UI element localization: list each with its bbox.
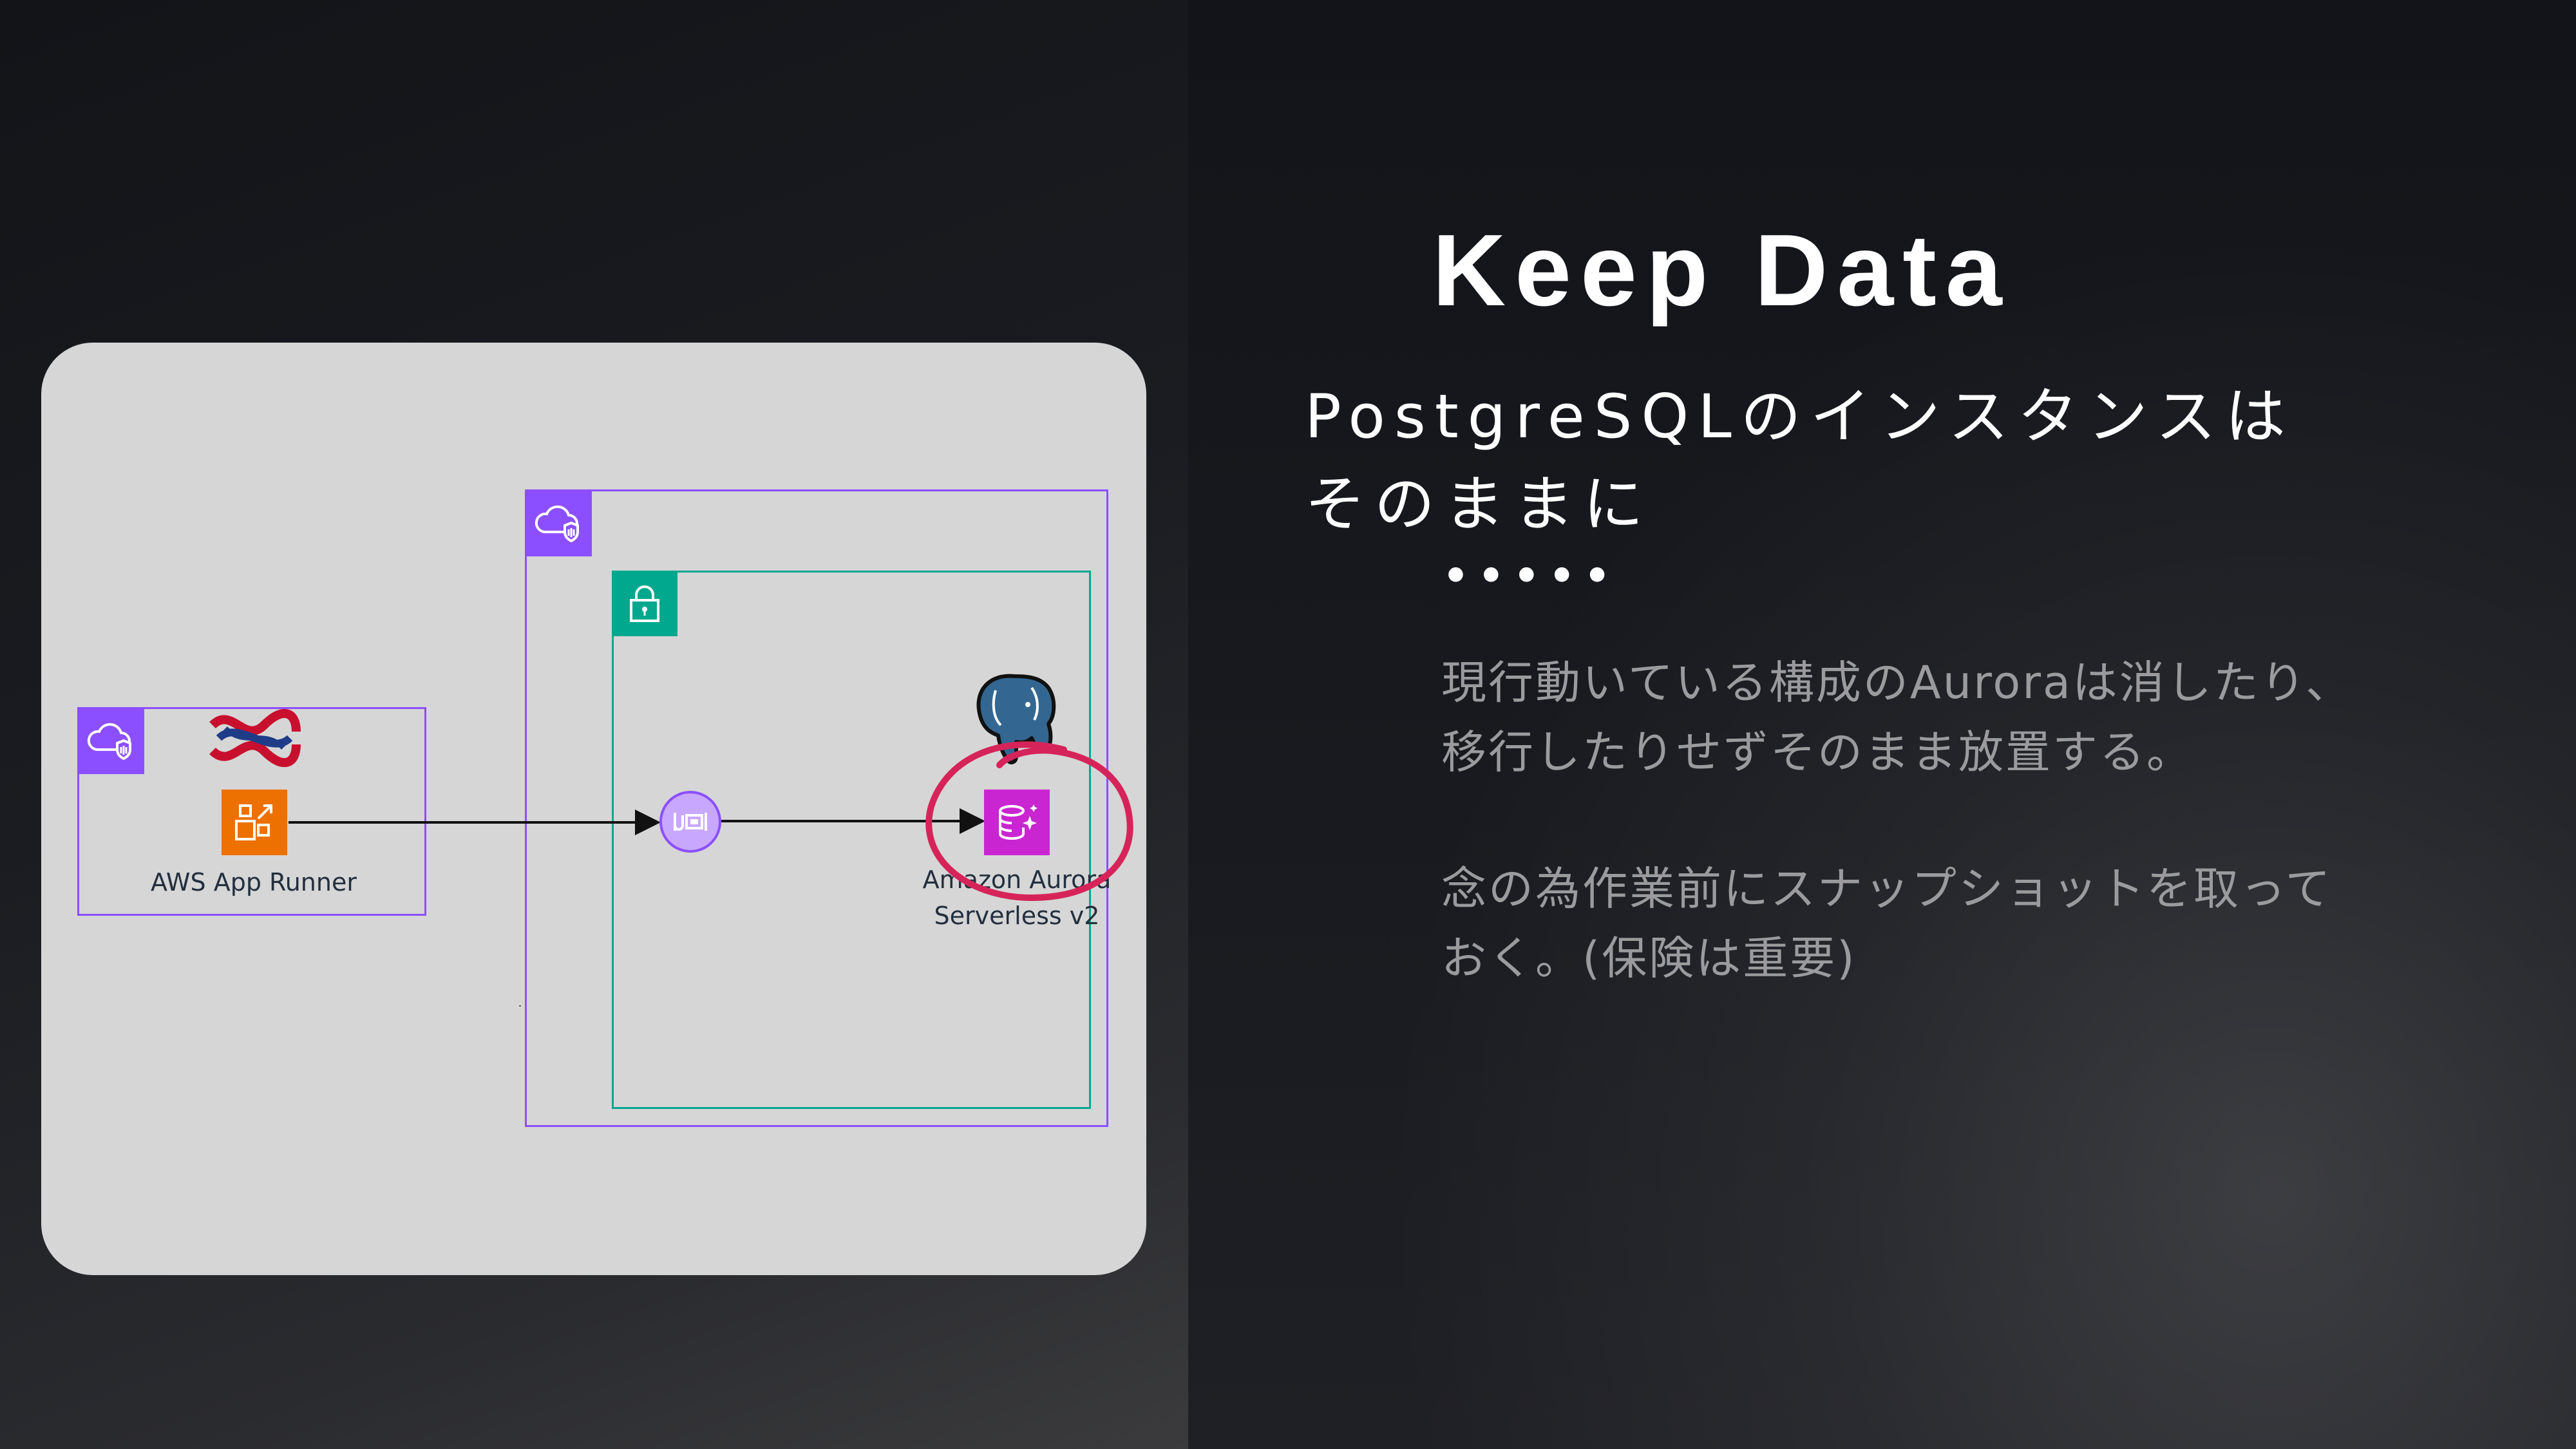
paragraph-1-line-2: 移行したりせずそのまま放置する。 [1441, 726, 2193, 779]
slide-title: Keep Data [1432, 214, 2011, 327]
separator-dots: ••••• [1443, 553, 1620, 600]
left-panel: AWS App Runner Amazon Aurora Serverless … [0, 0, 1188, 1449]
paragraph-2-line-2: おく。(保険は重要) [1441, 932, 1857, 985]
paragraph-2-line-1: 念の為作業前にスナップショットを取って [1441, 862, 2333, 915]
highlight-circle [925, 741, 1133, 902]
paragraph-1-line-1: 現行動いている構成のAuroraは消したり、 [1441, 656, 2353, 709]
architecture-diagram: AWS App Runner Amazon Aurora Serverless … [41, 343, 1146, 1275]
subtitle-line-2: そのままに [1305, 469, 1653, 540]
subtitle-line-1: PostgreSQLのインスタンスは [1305, 382, 2295, 452]
body-paragraph-2: 念の為作業前にスナップショットを取って おく。(保険は重要) [1441, 854, 2485, 993]
vpc-endpoint-icon [659, 791, 721, 853]
body-paragraph-1: 現行動いている構成のAuroraは消したり、 移行したりせずそのまま放置する。 [1441, 648, 2485, 787]
slide-subtitle: PostgreSQLのインスタンスは そのままに [1305, 374, 2464, 549]
